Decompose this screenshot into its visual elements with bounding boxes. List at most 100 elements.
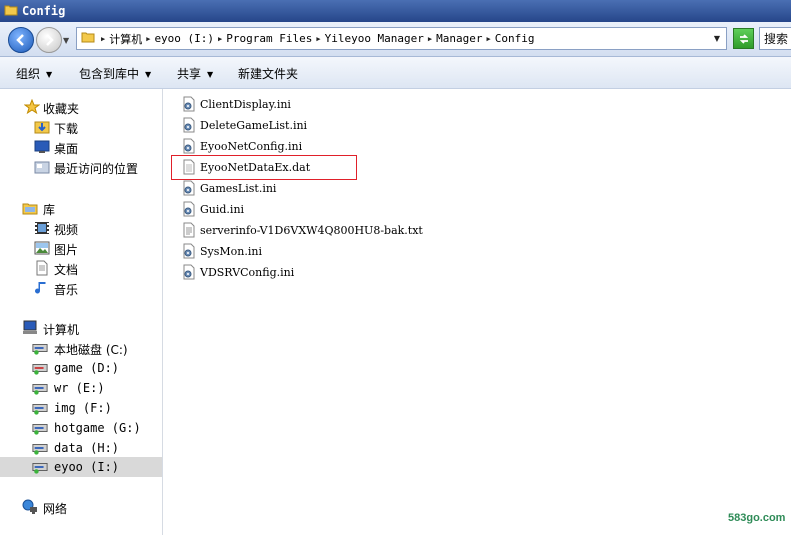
chevron-down-icon: ▼ [46, 70, 53, 79]
navigation-pane: 收藏夹 下载 桌面 最近访问的位置 库 视频 图片 文档 音乐 计算机 本地磁盘… [0, 89, 163, 535]
recent-places-icon [34, 161, 50, 174]
nav-drive-e[interactable]: wr (E:) [0, 378, 162, 398]
drive-icon [32, 364, 48, 375]
nav-drive-g[interactable]: hotgame (G:) [0, 418, 162, 438]
drive-label: game (D:) [54, 361, 120, 375]
chevron-down-icon: ▼ [145, 70, 152, 79]
nav-drive-h[interactable]: data (H:) [0, 438, 162, 458]
arrow-left-icon [16, 34, 24, 46]
chevron-right-icon[interactable]: ▶ [485, 35, 493, 43]
refresh-button[interactable] [733, 28, 754, 49]
nav-item-documents[interactable]: 文档 [0, 258, 162, 278]
nav-item-desktop[interactable]: 桌面 [0, 137, 162, 157]
breadcrumb-yileyoo-manager[interactable]: Yileyoo Manager [323, 32, 426, 45]
nav-item-label: 文档 [54, 263, 79, 277]
include-in-library-button[interactable]: 包含到库中 ▼ [79, 65, 151, 82]
organize-label: 组织 [16, 67, 41, 81]
forward-button[interactable] [36, 27, 62, 53]
arrow-right-icon [46, 34, 54, 46]
breadcrumb-drive[interactable]: eyoo (I:) [152, 32, 216, 45]
nav-drive-i[interactable]: eyoo (I:) [0, 457, 162, 477]
include-in-library-label: 包含到库中 [79, 67, 140, 81]
nav-drive-f[interactable]: img (F:) [0, 398, 162, 418]
chevron-down-icon: ▼ [207, 70, 214, 79]
file-item[interactable]: GamesList.ini [182, 178, 276, 198]
video-icon [35, 222, 49, 234]
nav-drive-d[interactable]: game (D:) [0, 358, 162, 378]
breadcrumb-computer[interactable]: 计算机 [107, 31, 144, 47]
file-item[interactable]: Guid.ini [182, 199, 244, 219]
nav-item-label: 下载 [54, 122, 79, 136]
drive-label: hotgame (G:) [54, 421, 141, 435]
nav-computer[interactable]: 计算机 [0, 318, 162, 338]
address-dropdown-icon[interactable]: ▼ [714, 34, 720, 43]
file-item[interactable]: VDSRVConfig.ini [182, 262, 294, 282]
file-item[interactable]: ClientDisplay.ini [182, 94, 291, 114]
nav-item-videos[interactable]: 视频 [0, 218, 162, 238]
file-name: ClientDisplay.ini [200, 97, 291, 111]
breadcrumb-config[interactable]: Config [493, 32, 537, 45]
chevron-right-icon[interactable]: ▶ [144, 35, 152, 43]
chevron-right-icon[interactable]: ▶ [99, 35, 107, 43]
drive-icon [32, 404, 48, 415]
network-icon [22, 499, 37, 514]
address-bar[interactable]: ▶ 计算机 ▶ eyoo (I:) ▶ Program Files ▶ Yile… [76, 27, 727, 50]
nav-libraries[interactable]: 库 [0, 198, 162, 218]
command-bar: 组织 ▼ 包含到库中 ▼ 共享 ▼ 新建文件夹 [0, 57, 791, 89]
title-bar: Config [0, 0, 791, 22]
nav-item-pictures[interactable]: 图片 [0, 238, 162, 258]
file-name: SysMon.ini [200, 244, 262, 258]
ini-settings-icon [183, 264, 195, 280]
chevron-right-icon[interactable]: ▶ [314, 35, 322, 43]
breadcrumb: ▶ 计算机 ▶ eyoo (I:) ▶ Program Files ▶ Yile… [99, 31, 536, 47]
computer-icon [23, 320, 37, 334]
ini-settings-icon [183, 96, 195, 112]
drive-label: data (H:) [54, 441, 120, 455]
drive-icon [32, 463, 48, 474]
file-name: EyooNetConfig.ini [200, 139, 303, 153]
drive-icon [32, 424, 48, 435]
nav-item-downloads[interactable]: 下载 [0, 117, 162, 137]
share-label: 共享 [177, 67, 202, 81]
drive-label: wr (E:) [54, 381, 105, 395]
new-folder-label: 新建文件夹 [238, 67, 299, 81]
nav-favorites[interactable]: 收藏夹 [0, 97, 162, 117]
drive-icon [32, 444, 48, 455]
share-button[interactable]: 共享 ▼ [177, 65, 213, 82]
back-button[interactable] [8, 27, 34, 53]
picture-icon [34, 241, 50, 255]
file-name: serverinfo-V1D6VXW4Q800HU8-bak.txt [200, 223, 423, 237]
desktop-icon [34, 140, 50, 153]
drive-label: 本地磁盘 (C:) [54, 343, 128, 357]
nav-item-label: 最近访问的位置 [54, 162, 139, 176]
ini-settings-icon [183, 180, 195, 196]
file-item[interactable]: serverinfo-V1D6VXW4Q800HU8-bak.txt [182, 220, 423, 240]
folder-icon [81, 30, 95, 47]
document-icon [36, 260, 48, 276]
nav-drive-c[interactable]: 本地磁盘 (C:) [0, 338, 162, 358]
new-folder-button[interactable]: 新建文件夹 [238, 65, 298, 82]
nav-libraries-label: 库 [43, 203, 56, 217]
folder-icon [4, 3, 18, 20]
download-folder-icon [34, 121, 50, 134]
ini-settings-icon [183, 201, 195, 217]
address-row: ▼ ▶ 计算机 ▶ eyoo (I:) ▶ Program Files ▶ Yi… [0, 22, 791, 57]
nav-item-music[interactable]: 音乐 [0, 278, 162, 298]
chevron-right-icon[interactable]: ▶ [426, 35, 434, 43]
organize-button[interactable]: 组织 ▼ [16, 65, 52, 82]
chevron-right-icon[interactable]: ▶ [216, 35, 224, 43]
nav-item-recent[interactable]: 最近访问的位置 [0, 157, 162, 177]
nav-item-label: 桌面 [54, 142, 79, 156]
file-item[interactable]: SysMon.ini [182, 241, 262, 261]
search-placeholder: 搜索 [764, 32, 789, 46]
breadcrumb-manager[interactable]: Manager [434, 32, 484, 45]
file-name: VDSRVConfig.ini [200, 265, 295, 279]
file-item[interactable]: EyooNetConfig.ini [182, 136, 302, 156]
breadcrumb-program-files[interactable]: Program Files [224, 32, 314, 45]
nav-computer-label: 计算机 [43, 323, 80, 337]
search-input[interactable]: 搜索 [759, 27, 791, 50]
library-icon [22, 203, 38, 215]
file-item[interactable]: DeleteGameList.ini [182, 115, 307, 135]
history-dropdown-icon[interactable]: ▼ [63, 36, 69, 45]
nav-network[interactable]: 网络 [0, 497, 162, 517]
